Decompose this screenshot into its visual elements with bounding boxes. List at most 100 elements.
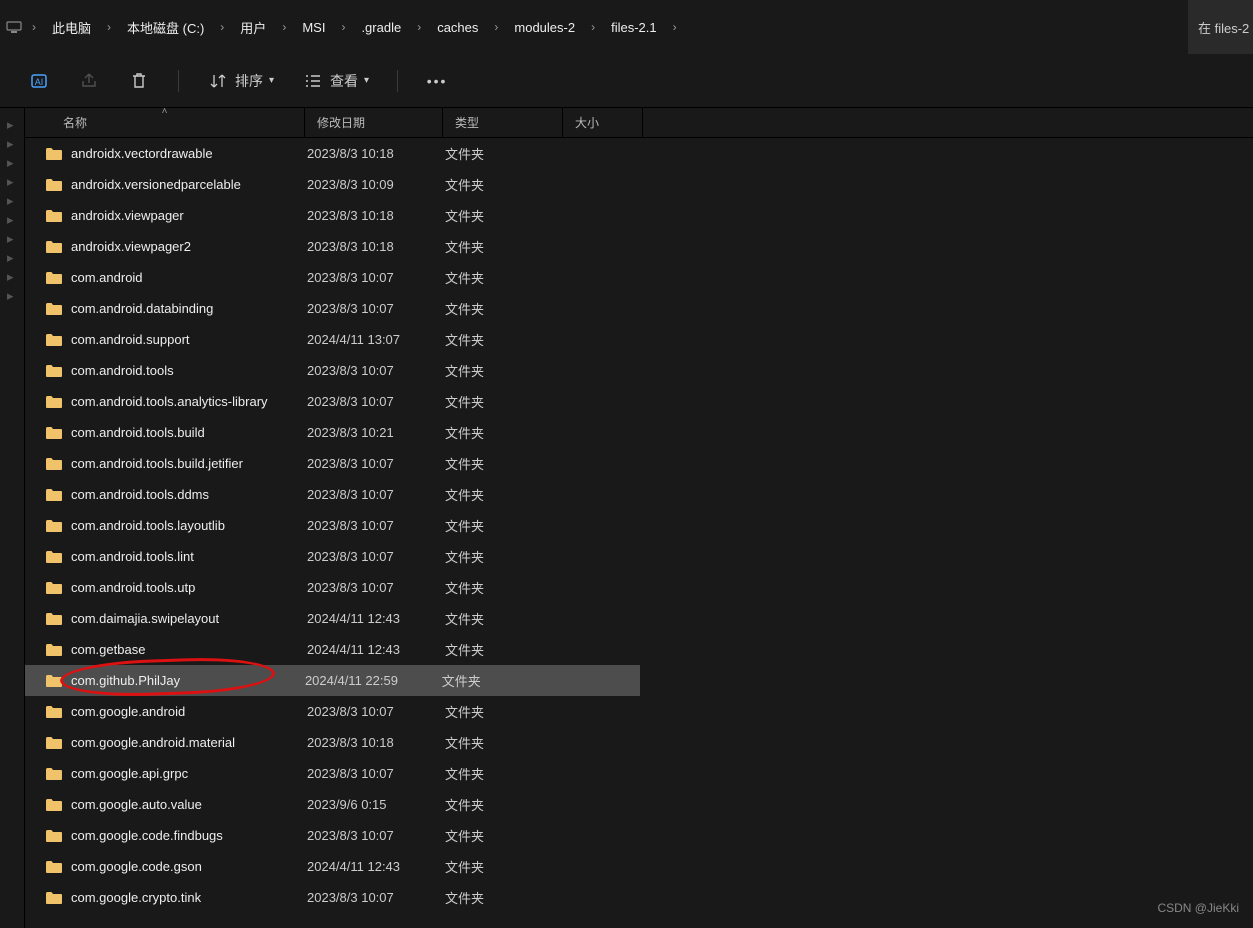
table-row[interactable]: androidx.versionedparcelable2023/8/3 10:… (25, 169, 1253, 200)
folder-icon (45, 147, 63, 161)
crumb[interactable]: files-2.1 (603, 14, 665, 41)
chevron-right-icon: › (409, 20, 429, 34)
table-row[interactable]: com.getbase2024/4/11 12:43文件夹 (25, 634, 1253, 665)
search-placeholder: 在 files-2 (1198, 18, 1249, 37)
table-row[interactable]: com.google.api.grpc2023/8/3 10:07文件夹 (25, 758, 1253, 789)
cell-type: 文件夹 (445, 547, 565, 566)
table-row[interactable]: com.android.tools.build.jetifier2023/8/3… (25, 448, 1253, 479)
table-row[interactable]: com.google.android2023/8/3 10:07文件夹 (25, 696, 1253, 727)
tree-chevron-icon[interactable]: ▸ (7, 212, 17, 222)
table-row[interactable]: androidx.viewpager2023/8/3 10:18文件夹 (25, 200, 1253, 231)
tree-chevron-icon[interactable]: ▸ (7, 269, 17, 279)
table-row[interactable]: com.google.code.gson2024/4/11 12:43文件夹 (25, 851, 1253, 882)
separator (397, 70, 398, 92)
folder-icon (45, 860, 63, 874)
folder-icon (45, 240, 63, 254)
table-row[interactable]: com.google.auto.value2023/9/6 0:15文件夹 (25, 789, 1253, 820)
chevron-right-icon: › (212, 20, 232, 34)
chevron-right-icon: › (486, 20, 506, 34)
cell-name: com.android.tools (71, 363, 307, 378)
cell-date: 2023/8/3 10:18 (307, 146, 445, 161)
table-row[interactable]: com.google.crypto.tink2023/8/3 10:07文件夹 (25, 882, 1253, 913)
tree-chevron-icon[interactable]: ▸ (7, 250, 17, 260)
table-row[interactable]: com.android.support2024/4/11 13:07文件夹 (25, 324, 1253, 355)
search-box[interactable]: 在 files-2 (1188, 0, 1253, 54)
cell-date: 2024/4/11 13:07 (307, 332, 445, 347)
tree-chevron-icon[interactable]: ▸ (7, 117, 17, 127)
tree-chevron-icon[interactable]: ▸ (7, 155, 17, 165)
table-row[interactable]: com.android2023/8/3 10:07文件夹 (25, 262, 1253, 293)
column-size[interactable]: 大小 (563, 108, 643, 137)
cell-name: androidx.vectordrawable (71, 146, 307, 161)
cell-date: 2023/8/3 10:18 (307, 239, 445, 254)
table-row[interactable]: com.github.PhilJay2024/4/11 22:59文件夹 (25, 665, 640, 696)
table-row[interactable]: androidx.viewpager22023/8/3 10:18文件夹 (25, 231, 1253, 262)
tree-chevron-icon[interactable]: ▸ (7, 231, 17, 241)
cell-type: 文件夹 (445, 609, 565, 628)
table-row[interactable]: com.daimajia.swipelayout2024/4/11 12:43文… (25, 603, 1253, 634)
cell-name: androidx.viewpager (71, 208, 307, 223)
cell-date: 2023/8/3 10:07 (307, 270, 445, 285)
table-row[interactable]: com.android.tools2023/8/3 10:07文件夹 (25, 355, 1253, 386)
cell-date: 2024/4/11 12:43 (307, 859, 445, 874)
table-row[interactable]: com.android.databinding2023/8/3 10:07文件夹 (25, 293, 1253, 324)
sort-button[interactable]: 排序 ▾ (207, 70, 274, 92)
folder-icon (45, 178, 63, 192)
share-button[interactable] (78, 70, 100, 92)
cell-name: com.android.support (71, 332, 307, 347)
tree-chevron-icon[interactable]: ▸ (7, 174, 17, 184)
more-button[interactable]: ••• (426, 70, 448, 92)
tree-chevron-icon[interactable]: ▸ (7, 136, 17, 146)
cell-type: 文件夹 (445, 330, 565, 349)
column-type[interactable]: 类型 (443, 108, 563, 137)
folder-icon (45, 333, 63, 347)
folder-icon (45, 891, 63, 905)
cell-date: 2023/8/3 10:21 (307, 425, 445, 440)
pc-icon (6, 19, 22, 35)
table-row[interactable]: com.android.tools.lint2023/8/3 10:07文件夹 (25, 541, 1253, 572)
cell-type: 文件夹 (445, 175, 565, 194)
table-row[interactable]: com.google.android.material2023/8/3 10:1… (25, 727, 1253, 758)
column-modified[interactable]: 修改日期 (305, 108, 443, 137)
table-row[interactable]: androidx.vectordrawable2023/8/3 10:18文件夹 (25, 138, 1253, 169)
rename-button[interactable]: AI (28, 70, 50, 92)
cell-type: 文件夹 (445, 361, 565, 380)
crumb[interactable]: 此电脑 (44, 12, 99, 43)
tree-chevron-icon[interactable]: ▸ (7, 288, 17, 298)
folder-icon (45, 395, 63, 409)
chevron-right-icon: › (274, 20, 294, 34)
folder-icon (45, 519, 63, 533)
folder-icon (45, 550, 63, 564)
table-row[interactable]: com.android.tools.utp2023/8/3 10:07文件夹 (25, 572, 1253, 603)
crumb[interactable]: 用户 (232, 12, 274, 43)
crumb[interactable]: caches (429, 14, 486, 41)
column-name[interactable]: 名称 ˄ (25, 108, 305, 137)
chevron-right-icon: › (24, 20, 44, 34)
cell-type: 文件夹 (445, 454, 565, 473)
cell-type: 文件夹 (445, 795, 565, 814)
table-row[interactable]: com.google.code.findbugs2023/8/3 10:07文件… (25, 820, 1253, 851)
crumb[interactable]: 本地磁盘 (C:) (119, 12, 212, 43)
cell-type: 文件夹 (445, 826, 565, 845)
cell-date: 2024/4/11 12:43 (307, 611, 445, 626)
crumb[interactable]: MSI (294, 14, 333, 41)
cell-type: 文件夹 (445, 299, 565, 318)
folder-icon (45, 581, 63, 595)
folder-icon (45, 767, 63, 781)
folder-icon (45, 736, 63, 750)
table-row[interactable]: com.android.tools.layoutlib2023/8/3 10:0… (25, 510, 1253, 541)
crumb[interactable]: .gradle (353, 14, 409, 41)
watermark: CSDN @JieKki (1157, 901, 1239, 915)
delete-button[interactable] (128, 70, 150, 92)
nav-strip: ▸ ▸ ▸ ▸ ▸ ▸ ▸ ▸ ▸ ▸ (0, 108, 25, 928)
table-row[interactable]: com.android.tools.analytics-library2023/… (25, 386, 1253, 417)
table-row[interactable]: com.android.tools.ddms2023/8/3 10:07文件夹 (25, 479, 1253, 510)
folder-icon (45, 364, 63, 378)
column-header: 名称 ˄ 修改日期 类型 大小 (25, 108, 1253, 138)
table-row[interactable]: com.android.tools.build2023/8/3 10:21文件夹 (25, 417, 1253, 448)
cell-name: com.android.tools.ddms (71, 487, 307, 502)
view-button[interactable]: 查看 ▾ (302, 70, 369, 92)
crumb[interactable]: modules-2 (506, 14, 583, 41)
cell-type: 文件夹 (442, 671, 561, 690)
tree-chevron-icon[interactable]: ▸ (7, 193, 17, 203)
